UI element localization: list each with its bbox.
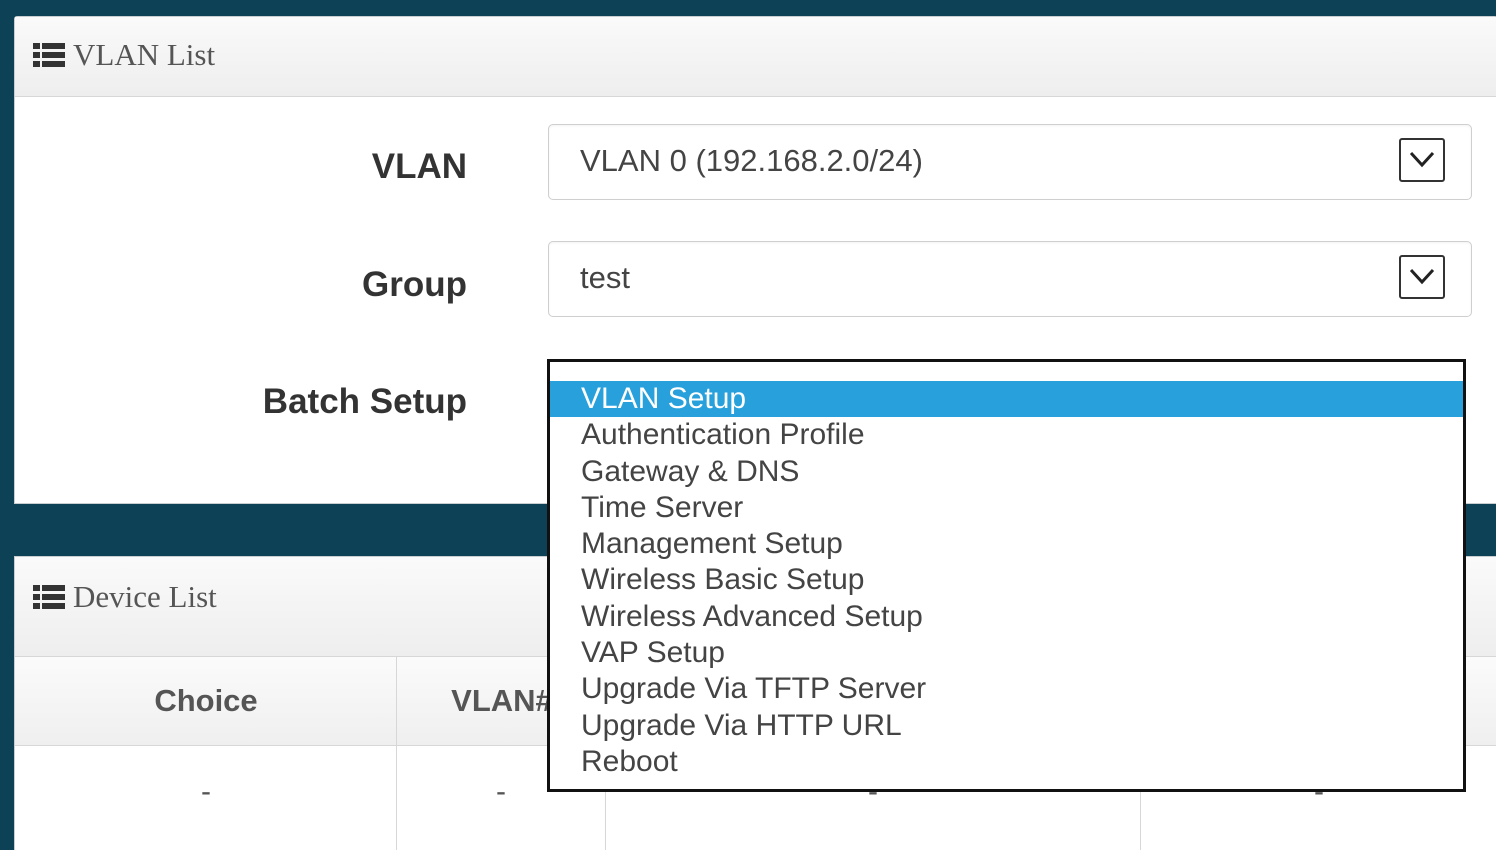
vlan-select-value: VLAN 0 (192.168.2.0/24) — [580, 143, 923, 178]
vlan-list-header: VLAN List — [15, 17, 1496, 97]
batch-option-management-setup[interactable]: Management Setup — [550, 526, 1463, 562]
batch-option-wireless-advanced-setup[interactable]: Wireless Advanced Setup — [550, 599, 1463, 635]
batch-setup-label: Batch Setup — [262, 382, 467, 421]
list-icon — [33, 43, 65, 67]
vlan-label: VLAN — [371, 147, 467, 186]
device-list-title: Device List — [33, 579, 217, 615]
table-cell: - — [201, 775, 211, 808]
vlan-list-title-text: VLAN List — [73, 37, 216, 72]
batch-option-gateway-dns[interactable]: Gateway & DNS — [550, 454, 1463, 490]
vlan-select[interactable]: VLAN 0 (192.168.2.0/24) — [548, 124, 1472, 200]
vlan-list-title: VLAN List — [33, 37, 215, 73]
group-select[interactable]: test — [548, 241, 1472, 317]
batch-setup-dropdown[interactable]: VLAN Setup Authentication Profile Gatewa… — [547, 359, 1466, 792]
column-choice[interactable]: Choice — [15, 657, 397, 745]
batch-option-vlan-setup[interactable]: VLAN Setup — [550, 381, 1463, 418]
device-list-title-text: Device List — [73, 579, 217, 614]
chevron-down-icon[interactable] — [1399, 255, 1445, 299]
group-select-value: test — [580, 260, 630, 295]
batch-option-vap-setup[interactable]: VAP Setup — [550, 635, 1463, 671]
batch-option-upgrade-tftp[interactable]: Upgrade Via TFTP Server — [550, 671, 1463, 707]
batch-option-wireless-basic-setup[interactable]: Wireless Basic Setup — [550, 562, 1463, 598]
batch-option-upgrade-http[interactable]: Upgrade Via HTTP URL — [550, 708, 1463, 744]
batch-option-time-server[interactable]: Time Server — [550, 490, 1463, 526]
chevron-down-icon[interactable] — [1399, 138, 1445, 182]
group-label: Group — [362, 265, 467, 304]
batch-option-reboot[interactable]: Reboot — [550, 744, 1463, 780]
batch-setup-options: VLAN Setup Authentication Profile Gatewa… — [550, 381, 1463, 780]
batch-option-authentication-profile[interactable]: Authentication Profile — [550, 417, 1463, 453]
list-icon — [33, 585, 65, 609]
